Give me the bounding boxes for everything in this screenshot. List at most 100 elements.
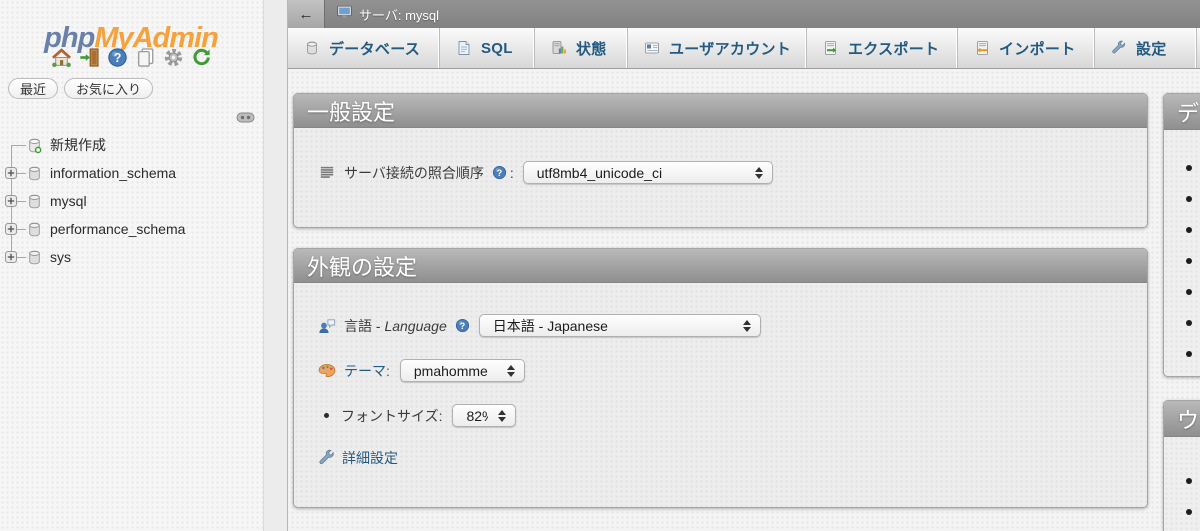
back-button[interactable]: ← [288,0,325,28]
database-tree-icon [26,249,43,266]
docs-icon[interactable] [135,47,156,68]
plus-expander-icon[interactable] [5,223,17,235]
tree-item-mysql[interactable]: mysql [0,187,262,215]
language-label: 言語 - Language [344,316,447,336]
web-server-list [1164,437,1200,527]
navigation-sidebar: phpMyAdmin ? 最近 お気に入り [0,0,288,531]
gear-icon[interactable] [163,47,184,68]
help-icon[interactable]: ? [455,318,470,333]
svg-text:?: ? [460,321,465,331]
tab-settings[interactable]: 設定 [1095,28,1197,68]
list-item [1186,183,1200,214]
favorites-button[interactable]: お気に入り [64,78,153,99]
language-icon [318,317,336,335]
database-tree-icon [26,193,43,210]
tab-sql[interactable]: SQL [440,28,535,68]
new-database-icon [26,137,43,154]
import-icon [974,40,990,56]
database-icon [304,40,320,56]
bullet-icon [1186,509,1192,515]
export-icon [823,40,839,56]
advanced-settings-label: 詳細設定 [342,448,398,468]
tree-item-label: 新規作成 [50,135,106,155]
font-size-label: フォントサイズ: [341,406,442,426]
collation-select[interactable]: utf8mb4_unicode_ci [523,161,773,184]
home-icon[interactable] [51,47,72,68]
bullet-icon [1186,196,1192,202]
tree-item-performance-schema[interactable]: performance_schema [0,215,262,243]
tab-label: エクスポート [848,38,939,59]
server-titlebar: ← サーバ: mysql [288,0,1200,28]
logout-icon[interactable] [79,47,100,68]
recent-button[interactable]: 最近 [8,78,58,99]
user-accounts-icon [644,40,660,56]
svg-text:?: ? [113,51,121,65]
tab-label: インポート [999,38,1076,59]
refresh-icon[interactable] [191,47,212,68]
theme-row: テーマ: pmahomme [318,358,1147,383]
bullet-icon [1186,258,1192,264]
bullet-icon [1186,320,1192,326]
list-item [1186,276,1200,307]
phpmyadmin-window: phpMyAdmin ? 最近 お気に入り [0,0,1200,531]
list-item [1186,214,1200,245]
server-tabbar: データベース SQL 状態 ユーザアカウント エクスポート インポート [288,28,1200,69]
list-item [1186,307,1200,338]
sidebar-resize-strip[interactable] [263,0,288,531]
colon: : [510,165,514,181]
plus-expander-icon[interactable] [5,167,17,179]
tree-item-information-schema[interactable]: information_schema [0,159,262,187]
sidebar-nav-icons: ? [0,47,262,68]
appearance-settings-panel: 外観の設定 言語 - Language ? 日本語 - Japanese [293,248,1148,508]
language-select[interactable]: 日本語 - Japanese [479,314,761,337]
plus-expander-icon[interactable] [5,251,17,263]
select-arrows-icon [498,410,506,422]
list-item [1186,152,1200,183]
database-server-list [1164,130,1200,369]
server-title-text: サーバ: mysql [359,5,439,24]
font-size-select-value: 82% [466,408,488,424]
theme-select-value: pmahomme [414,363,497,379]
list-item [1186,245,1200,276]
bullet-icon [1186,227,1192,233]
link-icon[interactable] [236,110,255,121]
help-icon[interactable]: ? [107,47,128,68]
main-area: ← サーバ: mysql データベース SQL 状態 [288,0,1200,531]
font-size-select[interactable]: 82% [452,404,516,427]
bullet-icon [1186,478,1192,484]
collation-label: サーバ接続の照合順序 [344,163,484,183]
advanced-settings-link[interactable]: 詳細設定 [318,448,1147,468]
plus-expander-icon[interactable] [5,195,17,207]
tab-import[interactable]: インポート [958,28,1095,68]
tab-label: ユーザアカウント [669,38,791,59]
help-icon[interactable]: ? [492,165,507,180]
bullet-icon [1186,351,1192,357]
theme-select[interactable]: pmahomme [400,359,525,382]
database-tree: 新規作成 information_schema [0,131,262,271]
tree-item-sys[interactable]: sys [0,243,262,271]
theme-palette-icon [318,362,336,380]
tab-status[interactable]: 状態 [535,28,628,68]
database-tree-icon [26,221,43,238]
list-item [1186,338,1200,369]
bullet-icon [1186,165,1192,171]
tab-export[interactable]: エクスポート [807,28,958,68]
collation-select-value: utf8mb4_unicode_ci [537,165,745,181]
svg-text:?: ? [497,168,502,178]
language-row: 言語 - Language ? 日本語 - Japanese [318,313,1147,338]
sidebar-quick-buttons: 最近 お気に入り [8,78,153,99]
tree-item-label: performance_schema [50,221,185,237]
bullet-icon [1186,289,1192,295]
wrench-icon [318,449,336,467]
select-arrows-icon [507,365,515,377]
tree-item-label: information_schema [50,165,176,181]
tab-label: SQL [481,40,513,57]
list-item [1186,465,1200,496]
list-item [1186,496,1200,527]
tab-user-accounts[interactable]: ユーザアカウント [628,28,807,68]
server-title: サーバ: mysql [325,0,439,28]
tab-label: 設定 [1136,38,1167,59]
tree-item-new-database[interactable]: 新規作成 [0,131,262,159]
tab-databases[interactable]: データベース [288,28,440,68]
bullet-icon [324,413,329,418]
